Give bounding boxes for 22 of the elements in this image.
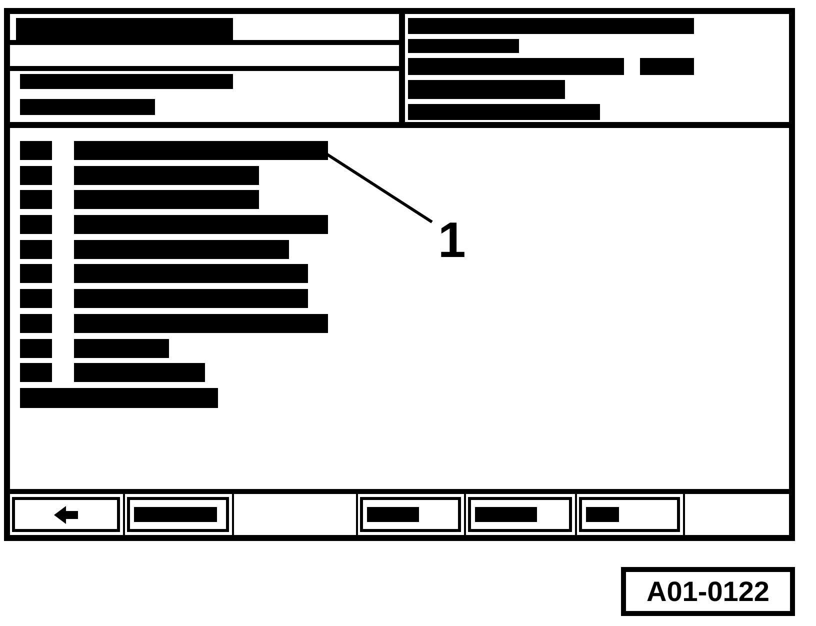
number-redaction-bar bbox=[20, 141, 52, 160]
softkey-button[interactable] bbox=[360, 497, 461, 532]
callout-label: 1 bbox=[438, 215, 466, 265]
number-redaction-bar bbox=[20, 314, 52, 333]
figure-id-label: A01-0122 bbox=[621, 567, 795, 616]
number-redaction-bar bbox=[20, 338, 52, 358]
redaction-bar bbox=[367, 507, 419, 522]
back-softkey-button[interactable] bbox=[12, 497, 120, 532]
softkey-button[interactable] bbox=[127, 497, 229, 532]
number-redaction-bar bbox=[20, 240, 52, 259]
number-redaction-bar bbox=[20, 264, 52, 284]
redaction-bar bbox=[586, 507, 619, 522]
softkey-button[interactable] bbox=[579, 497, 680, 532]
redaction-bar bbox=[475, 507, 537, 522]
redaction-bar bbox=[640, 58, 694, 75]
number-redaction-bar bbox=[20, 215, 52, 234]
number-redaction-bar bbox=[20, 190, 52, 210]
number-redaction-bar bbox=[20, 166, 52, 185]
softkey-button[interactable] bbox=[468, 497, 572, 532]
number-redaction-bar bbox=[20, 363, 52, 382]
left-arrow-icon bbox=[54, 506, 78, 524]
number-redaction-bar bbox=[20, 289, 52, 308]
